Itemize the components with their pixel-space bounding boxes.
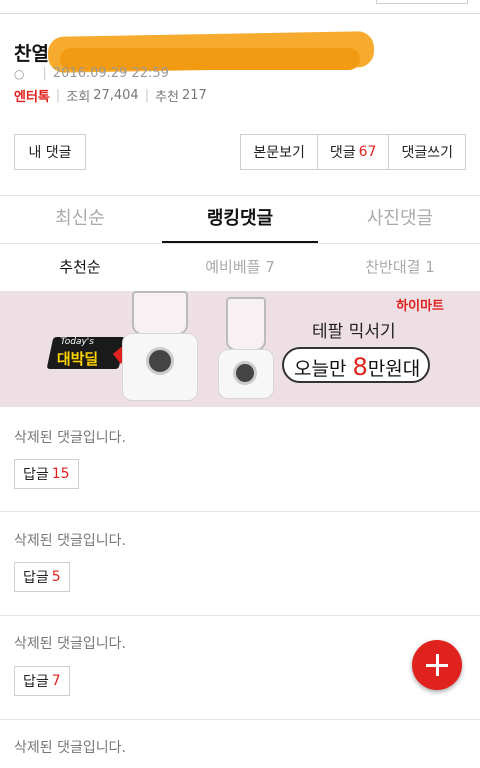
post-datetime: 2016.09.29 22:59 — [52, 66, 169, 81]
post-title-row: 찬열 — [14, 38, 49, 66]
comments-count: 67 — [358, 144, 377, 160]
top-stub-button[interactable] — [376, 0, 468, 4]
reply-button[interactable]: 답글 5 — [14, 562, 70, 592]
top-strip — [0, 0, 480, 14]
info-separator: | — [55, 88, 61, 103]
action-row: 내 댓글 본문보기 댓글 67 댓글쓰기 — [0, 134, 480, 174]
views-label: 조회 — [66, 90, 91, 105]
ad-brand-logo: 하이마트 — [396, 299, 444, 314]
post-title: 찬열 — [14, 42, 49, 65]
ad-badge-main: 대박딜 — [56, 350, 99, 368]
subtab-recommended[interactable]: 추천순 — [0, 244, 160, 290]
views-count: 27,404 — [93, 88, 139, 103]
ad-badge: Today's 대박딜 — [46, 337, 133, 369]
comments-label: 댓글 — [329, 145, 356, 161]
author-icon: ○ — [14, 66, 25, 81]
comment-item: 삭제된 댓글입니다. — [0, 720, 480, 768]
blender-small-image — [212, 291, 278, 403]
comments-button[interactable]: 댓글 67 — [317, 134, 390, 170]
ad-badge-top: Today's — [60, 337, 94, 347]
ranking-subtabs: 추천순 예비베플 7 찬반대결 1 — [0, 244, 480, 290]
recommend-count: 217 — [182, 88, 207, 103]
subtab-debate[interactable]: 찬반대결 1 — [320, 244, 480, 290]
comment-sort-tabs: 최신순 랭킹댓글 사진댓글 — [0, 196, 480, 244]
post-action-group: 본문보기 댓글 67 댓글쓰기 — [240, 134, 466, 170]
meta-separator: | — [42, 66, 47, 81]
my-comments-button[interactable]: 내 댓글 — [14, 134, 86, 170]
reply-button[interactable]: 답글 7 — [14, 666, 70, 696]
post-category[interactable]: 엔터톡 — [14, 86, 50, 105]
view-post-button[interactable]: 본문보기 — [240, 134, 318, 170]
tab-latest[interactable]: 최신순 — [0, 196, 160, 244]
write-comment-fab[interactable] — [412, 640, 462, 690]
blender-large-image — [118, 291, 202, 403]
ad-headline: 테팔 믹서기 — [312, 322, 396, 342]
tab-ranking[interactable]: 랭킹댓글 — [160, 196, 320, 244]
ad-subline: 오늘만 8만원대 — [294, 353, 421, 381]
info-separator: | — [144, 88, 150, 103]
post-meta: ○ | 2016.09.29 22:59 — [14, 66, 169, 81]
tab-photo[interactable]: 사진댓글 — [320, 196, 480, 244]
comment-text: 삭제된 댓글입니다. — [14, 636, 126, 652]
comment-item: 삭제된 댓글입니다. 답글 15 — [0, 408, 480, 512]
subtab-candidate-best[interactable]: 예비베플 7 — [160, 244, 320, 290]
reply-button[interactable]: 답글 15 — [14, 459, 79, 489]
comment-item: 삭제된 댓글입니다. 답글 5 — [0, 512, 480, 616]
recommend-label: 추천 — [155, 90, 180, 105]
write-comment-button[interactable]: 댓글쓰기 — [389, 134, 466, 170]
comment-text: 삭제된 댓글입니다. — [14, 533, 126, 549]
post-header: 찬열 ○ | 2016.09.29 22:59 엔터톡 | 조회 27,404 … — [0, 14, 480, 194]
ad-banner[interactable]: 하이마트 Today's 대박딜 테팔 믹서기 오늘만 8만원대 — [0, 291, 480, 407]
post-info: 엔터톡 | 조회 27,404 | 추천 217 — [14, 86, 207, 105]
comment-text: 삭제된 댓글입니다. — [14, 430, 126, 446]
comment-text: 삭제된 댓글입니다. — [14, 740, 126, 756]
comment-item: 삭제된 댓글입니다. 답글 7 — [0, 616, 480, 720]
